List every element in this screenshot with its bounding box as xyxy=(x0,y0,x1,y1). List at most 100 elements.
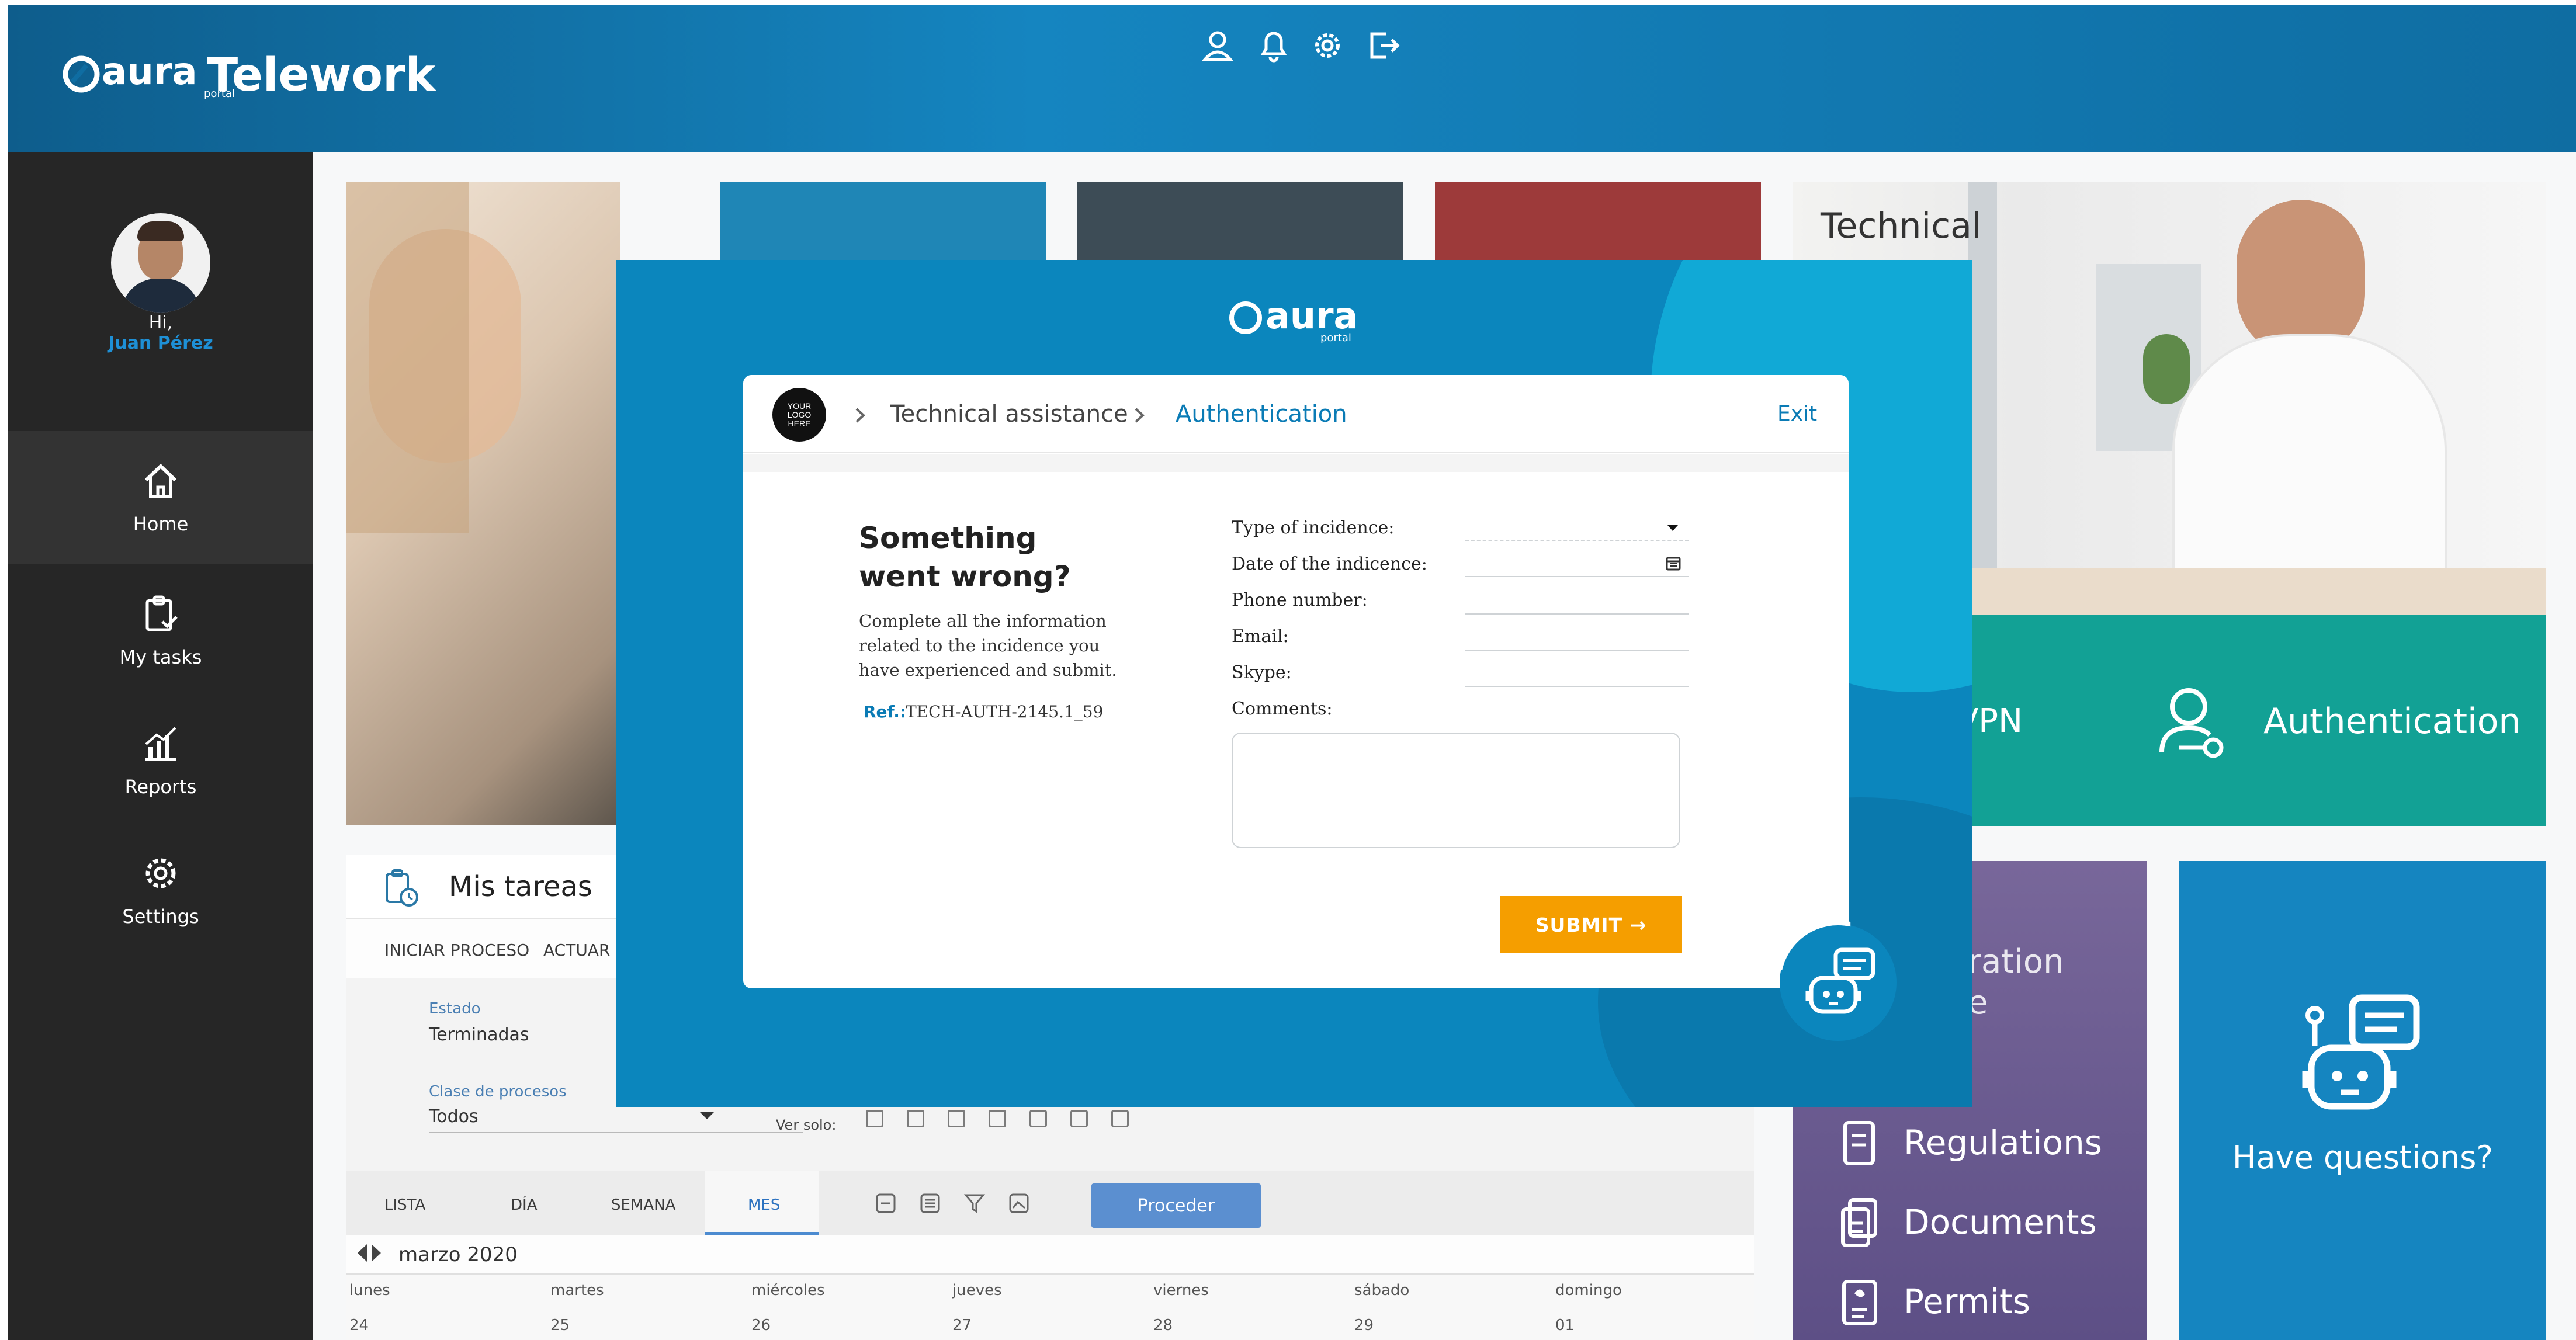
authentication-link[interactable]: Authentication xyxy=(2263,701,2520,742)
checkbox[interactable] xyxy=(907,1110,924,1127)
user-name[interactable]: Juan Pérez xyxy=(8,333,313,353)
ref-label: Ref.: xyxy=(864,702,907,721)
tile-blue[interactable] xyxy=(720,182,1046,264)
tasks-title: Mis tareas xyxy=(449,870,592,903)
gear-icon[interactable] xyxy=(1310,28,1345,63)
aura-swirl-icon xyxy=(1229,301,1262,334)
weekday: sábado xyxy=(1354,1282,1410,1299)
brand-logo[interactable]: aura portal xyxy=(61,50,235,103)
checkbox[interactable] xyxy=(1029,1110,1047,1127)
type-select[interactable] xyxy=(1465,540,1689,541)
logo-placeholder-text: YOUR LOGO HERE xyxy=(787,401,812,428)
sidebar: Hi, Juan Pérez Home My tasks Reports Set… xyxy=(8,152,313,1340)
checkbox[interactable] xyxy=(866,1110,883,1127)
checkbox[interactable] xyxy=(1111,1110,1129,1127)
tasks-clock-icon xyxy=(386,869,418,907)
sidebar-item-home[interactable]: Home xyxy=(8,431,313,564)
date-label: Date of the indicence: xyxy=(1232,554,1427,574)
authentication-icon xyxy=(2159,688,2224,758)
clase-select-line xyxy=(429,1132,803,1133)
collapse-icon[interactable] xyxy=(875,1193,896,1214)
checkbox[interactable] xyxy=(1070,1110,1088,1127)
checkbox[interactable] xyxy=(989,1110,1006,1127)
have-questions-tile[interactable]: Have questions? xyxy=(2179,861,2546,1340)
image-icon[interactable] xyxy=(1008,1193,1029,1214)
description: Complete all the information related to … xyxy=(859,611,1117,680)
sidebar-item-label: My tasks xyxy=(119,646,202,668)
skype-input[interactable] xyxy=(1465,686,1689,687)
calendar-date[interactable]: 25 xyxy=(550,1317,570,1334)
sidebar-item-label: Reports xyxy=(124,776,197,798)
company-logo[interactable]: YOUR LOGO HERE xyxy=(772,388,826,442)
calendar-icon[interactable] xyxy=(1665,555,1681,571)
aura-swirl-icon xyxy=(63,55,100,93)
email-input[interactable] xyxy=(1465,650,1689,651)
next-month-icon[interactable] xyxy=(370,1243,383,1263)
weekday: martes xyxy=(550,1282,604,1299)
permits-link[interactable]: Permits xyxy=(1904,1282,2030,1321)
actuar-button[interactable]: ACTUAR E xyxy=(543,940,626,960)
date-input[interactable] xyxy=(1465,576,1689,577)
chatbot-icon xyxy=(1805,947,1875,1014)
breadcrumb-technical-assistance[interactable]: Technical assistance xyxy=(890,401,1128,428)
tab-mes-label: MES xyxy=(748,1196,781,1214)
configuration-link: ration xyxy=(1968,943,2064,981)
proceder-label: Proceder xyxy=(1137,1195,1215,1216)
regulations-link[interactable]: Regulations xyxy=(1904,1123,2102,1162)
documents-icon xyxy=(1841,1198,1877,1247)
chevron-down-icon[interactable] xyxy=(699,1110,715,1122)
calendar-date[interactable]: 29 xyxy=(1354,1317,1374,1334)
sidebar-item-reports[interactable]: Reports xyxy=(8,694,313,827)
email-label: Email: xyxy=(1232,626,1289,647)
logout-icon[interactable] xyxy=(1366,28,1401,63)
technical-title: Technical xyxy=(1821,206,1982,247)
sidebar-item-my-tasks[interactable]: My tasks xyxy=(8,564,313,697)
brand-name: aura xyxy=(102,50,197,93)
user-icon[interactable] xyxy=(1200,28,1235,63)
ver-solo-label: Ver solo: xyxy=(776,1117,837,1133)
sidebar-item-settings[interactable]: Settings xyxy=(8,824,313,957)
modal-brand-logo: aura portal xyxy=(1227,292,1379,350)
clase-value[interactable]: Todos xyxy=(429,1106,479,1127)
app-title: Telework xyxy=(207,49,436,102)
calendar-date[interactable]: 24 xyxy=(349,1317,369,1334)
exit-link[interactable]: Exit xyxy=(1777,402,1817,426)
modal-brand-sub: portal xyxy=(1320,332,1351,344)
proceder-button[interactable]: Proceder xyxy=(1091,1183,1261,1228)
iniciar-proceso-button[interactable]: INICIAR PROCESO xyxy=(384,940,529,960)
calendar-date[interactable]: 28 xyxy=(1153,1317,1173,1334)
comments-textarea[interactable] xyxy=(1232,733,1680,848)
incidence-card: YOUR LOGO HERE Technical assistance Auth… xyxy=(743,375,1849,988)
bell-icon[interactable] xyxy=(1256,28,1291,63)
phone-input[interactable] xyxy=(1465,613,1689,615)
documents-link[interactable]: Documents xyxy=(1904,1202,2097,1242)
tasks-icon xyxy=(145,595,178,631)
sidebar-item-label: Settings xyxy=(122,905,199,928)
prev-month-icon[interactable] xyxy=(355,1243,368,1263)
calendar-date[interactable]: 01 xyxy=(1555,1317,1575,1334)
estado-value[interactable]: Terminadas xyxy=(429,1025,529,1045)
tab-lista[interactable]: LISTA xyxy=(384,1196,425,1214)
calendar-date[interactable]: 26 xyxy=(751,1317,771,1334)
modal-brand-name: aura xyxy=(1266,294,1358,337)
weekday: domingo xyxy=(1555,1282,1622,1299)
clase-label: Clase de procesos xyxy=(429,1083,567,1101)
gear-icon xyxy=(145,858,176,888)
calendar-date[interactable]: 27 xyxy=(952,1317,972,1334)
tile-dark[interactable] xyxy=(1077,182,1403,264)
submit-button[interactable]: SUBMIT → xyxy=(1500,896,1682,953)
chevron-down-icon[interactable] xyxy=(1666,523,1679,533)
checkbox[interactable] xyxy=(948,1110,965,1127)
ref-value: TECH-AUTH-2145.1_59 xyxy=(906,702,1104,721)
filter-icon[interactable] xyxy=(964,1193,985,1214)
tab-dia[interactable]: DÍA xyxy=(511,1196,537,1214)
list-icon[interactable] xyxy=(920,1193,941,1214)
chatbot-button[interactable] xyxy=(1776,921,1897,1041)
photo-tile-woman[interactable] xyxy=(346,182,620,825)
tile-red[interactable] xyxy=(1435,182,1761,264)
breadcrumb-authentication[interactable]: Authentication xyxy=(1176,401,1347,428)
weekday: miércoles xyxy=(751,1282,825,1299)
heading-line2: went wrong? xyxy=(859,560,1071,593)
tab-semana[interactable]: SEMANA xyxy=(611,1196,675,1214)
avatar[interactable] xyxy=(111,213,210,313)
